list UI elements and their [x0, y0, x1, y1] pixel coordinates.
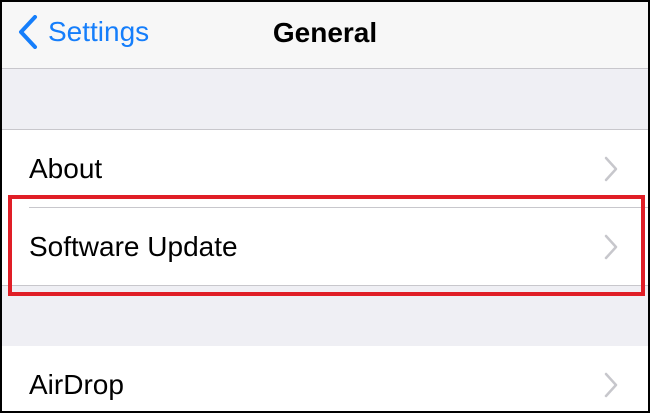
screenshot-frame: Settings General About Software Update A…	[0, 0, 650, 413]
group-spacer-middle	[2, 285, 648, 347]
group-spacer-top	[2, 69, 648, 130]
navigation-bar: Settings General	[2, 2, 648, 69]
settings-row-airdrop[interactable]: AirDrop	[2, 346, 648, 411]
settings-row-software-update[interactable]: Software Update	[2, 208, 648, 285]
settings-row-label: AirDrop	[29, 368, 124, 400]
settings-row-label: Software Update	[29, 230, 238, 262]
chevron-right-icon	[601, 370, 621, 400]
chevron-right-icon	[601, 232, 621, 262]
settings-row-about[interactable]: About	[2, 130, 648, 207]
settings-row-label: About	[29, 152, 103, 184]
chevron-right-icon	[601, 154, 621, 184]
page-title: General	[272, 17, 378, 48]
